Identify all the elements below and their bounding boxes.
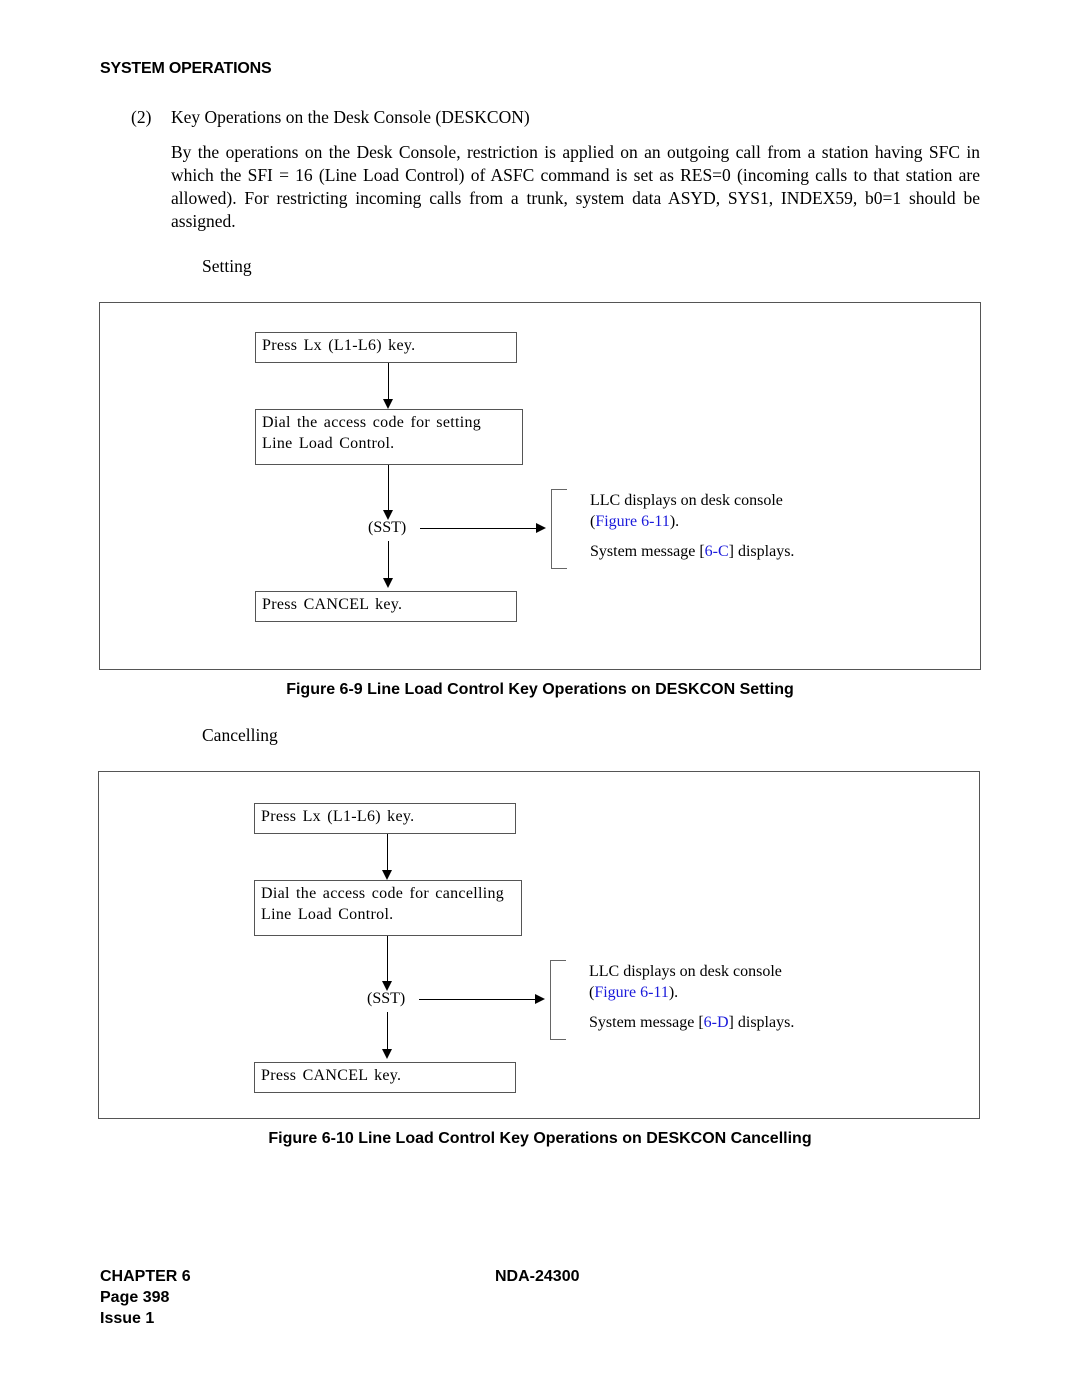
- tone-label-sst: (SST): [367, 990, 406, 1007]
- step-text: Press CANCEL key.: [261, 1067, 402, 1084]
- tone-label-sst: (SST): [368, 519, 407, 536]
- msg-suffix: ] displays.: [728, 543, 795, 560]
- step-text: Press CANCEL key.: [262, 596, 403, 613]
- arrow-right-icon: [535, 994, 545, 1004]
- msg-prefix: System message [: [590, 543, 705, 560]
- arrow-down-icon: [383, 399, 393, 409]
- step-dial-access-code: Dial the access code for cancelling Line…: [254, 880, 522, 936]
- result-line1: LLC displays on desk console: [590, 492, 783, 509]
- paren-close: ).: [668, 984, 679, 1001]
- step-text-line1: Dial the access code for cancelling: [261, 885, 505, 902]
- result-line2: (Figure 6-11).: [589, 982, 782, 1003]
- step-press-lx-key: Press Lx (L1-L6) key.: [255, 332, 517, 363]
- subheading-setting: Setting: [202, 256, 252, 276]
- step-text: Press Lx (L1-L6) key.: [261, 808, 415, 825]
- footer-chapter: CHAPTER 6: [100, 1268, 191, 1285]
- subheading-cancelling: Cancelling: [202, 725, 278, 745]
- figure-caption-6-9: Figure 6-9 Line Load Control Key Operati…: [286, 681, 794, 698]
- connector-line: [388, 363, 389, 399]
- paren-close: ).: [669, 513, 680, 530]
- figure-frame-cancelling: [98, 771, 980, 1119]
- msg-prefix: System message [: [589, 1014, 704, 1031]
- result-line1: LLC displays on desk console: [589, 963, 782, 980]
- arrow-down-icon: [382, 870, 392, 880]
- connector-line: [388, 541, 389, 579]
- connector-line: [420, 528, 537, 529]
- connector-line: [387, 936, 388, 983]
- msg-suffix: ] displays.: [728, 1014, 795, 1031]
- footer-issue: Issue 1: [100, 1310, 155, 1327]
- result-bracket: [551, 489, 567, 569]
- figure-frame-setting: [99, 302, 981, 670]
- footer-left: CHAPTER 6 Page 398 Issue 1: [100, 1266, 191, 1329]
- body-paragraph: By the operations on the Desk Console, r…: [171, 142, 980, 231]
- result-llc-display: LLC displays on desk console (Figure 6-1…: [590, 490, 783, 532]
- result-llc-display: LLC displays on desk console (Figure 6-1…: [589, 961, 782, 1003]
- result-system-message: System message [6-C] displays.: [590, 541, 794, 562]
- result-line2: (Figure 6-11).: [590, 511, 783, 532]
- footer-page: Page 398: [100, 1289, 170, 1306]
- result-system-message: System message [6-D] displays.: [589, 1012, 794, 1033]
- step-dial-access-code: Dial the access code for setting Line Lo…: [255, 409, 523, 465]
- running-header: SYSTEM OPERATIONS: [100, 60, 272, 77]
- arrow-down-icon: [382, 1049, 392, 1059]
- message-6-d-link[interactable]: 6-D: [704, 1014, 729, 1031]
- result-bracket: [550, 960, 566, 1040]
- step-text-line2: Line Load Control.: [261, 906, 394, 923]
- step-text-line1: Dial the access code for setting: [262, 414, 482, 431]
- arrow-down-icon: [383, 578, 393, 588]
- step-text: Press Lx (L1-L6) key.: [262, 337, 416, 354]
- step-text-line2: Line Load Control.: [262, 435, 395, 452]
- section-title: Key Operations on the Desk Console (DESK…: [171, 107, 530, 127]
- step-press-cancel-key: Press CANCEL key.: [254, 1062, 516, 1093]
- connector-line: [387, 834, 388, 870]
- arrow-right-icon: [536, 523, 546, 533]
- connector-line: [387, 1012, 388, 1050]
- step-press-cancel-key: Press CANCEL key.: [255, 591, 517, 622]
- figure-caption-6-10: Figure 6-10 Line Load Control Key Operat…: [268, 1130, 812, 1147]
- figure-6-11-link[interactable]: Figure 6-11: [594, 984, 669, 1001]
- connector-line: [388, 465, 389, 512]
- section-number: (2): [131, 107, 152, 127]
- connector-line: [419, 999, 536, 1000]
- footer-doc-number: NDA-24300: [495, 1268, 580, 1285]
- message-6-c-link[interactable]: 6-C: [705, 543, 729, 560]
- figure-6-11-link[interactable]: Figure 6-11: [595, 513, 670, 530]
- step-press-lx-key: Press Lx (L1-L6) key.: [254, 803, 516, 834]
